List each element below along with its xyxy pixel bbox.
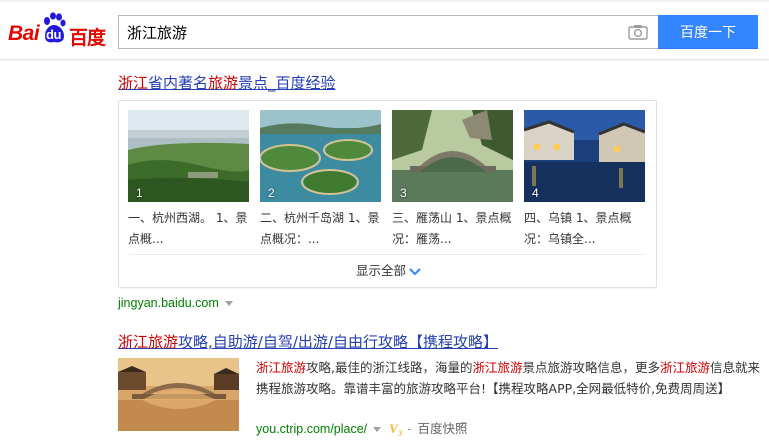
- result-1-url[interactable]: jingyan.baidu.com: [118, 296, 233, 310]
- abstract-highlight: 浙江旅游: [256, 360, 307, 375]
- logo-text-en: Bai: [8, 22, 40, 45]
- card-number: 3: [400, 186, 407, 200]
- card-caption[interactable]: 四、乌镇 1、景点概况：乌镇全...: [524, 208, 650, 250]
- snapshot-link[interactable]: 百度快照: [418, 422, 468, 436]
- abstract-highlight: 浙江旅游: [472, 360, 523, 375]
- card-thumbnail[interactable]: 3: [392, 110, 513, 202]
- abstract-text: 攻略,最佳的浙江线路，海量的: [306, 360, 473, 375]
- result-2-url: you.ctrip.com/place/V₃ - 百度快照: [256, 418, 468, 437]
- search-box: [118, 15, 658, 49]
- card-caption[interactable]: 三、雁荡山 1、景点概况：雁荡...: [392, 208, 518, 250]
- card-number: 2: [268, 186, 275, 200]
- title-highlight: 浙江旅游: [118, 333, 179, 351]
- top-bar: Bai du 百度 百度一下: [0, 0, 769, 60]
- abstract-text: 景点旅游攻略信息，更多: [522, 360, 661, 375]
- result-2-abstract: 浙江旅游攻略,最佳的浙江线路，海量的浙江旅游景点旅游攻略信息，更多浙江旅游信息就…: [256, 357, 764, 399]
- result-1-title-link[interactable]: 浙江省内著名旅游景点_百度经验: [118, 72, 336, 93]
- panel-divider: [129, 254, 646, 255]
- card-thumbnail[interactable]: 4: [524, 110, 645, 202]
- baidu-logo[interactable]: Bai du 百度: [6, 10, 110, 50]
- result-2-title-link[interactable]: 浙江旅游攻略,自助游/自驾/出游/自由行攻略【携程攻略】: [118, 331, 498, 352]
- url-text: jingyan.baidu.com: [118, 296, 219, 310]
- search-button[interactable]: 百度一下: [658, 15, 758, 49]
- camera-icon[interactable]: [628, 24, 648, 40]
- title-text: 攻略,自助游/自驾/出游/自由行攻略【携程攻略】: [178, 333, 498, 351]
- card-thumbnail[interactable]: 1: [128, 110, 249, 202]
- title-highlight: 浙江: [118, 74, 149, 92]
- separator: -: [407, 422, 412, 436]
- logo-text-du: du: [46, 27, 61, 42]
- title-highlight: 旅游: [208, 74, 239, 92]
- card-number: 4: [532, 186, 539, 200]
- title-text: 省内著名: [148, 74, 209, 92]
- dropdown-triangle-icon[interactable]: [224, 301, 233, 307]
- logo-text-cn: 百度: [69, 27, 106, 49]
- result-2-thumbnail[interactable]: [118, 358, 239, 431]
- search-input[interactable]: [119, 16, 619, 48]
- title-text: 景点_百度经验: [238, 74, 336, 92]
- url-text[interactable]: you.ctrip.com/place/: [256, 422, 367, 436]
- top-line: [0, 0, 769, 2]
- card-caption[interactable]: 二、杭州千岛湖 1、景点概况：...: [260, 208, 386, 250]
- trust-badge[interactable]: V₃: [389, 421, 402, 436]
- abstract-highlight: 浙江旅游: [660, 360, 711, 375]
- show-all-toggle[interactable]: 显示全部: [119, 260, 658, 279]
- image-card-panel: 1 一、杭州西湖。 1、景点概... 2 二、杭州千岛湖 1、景点概况：...: [118, 100, 657, 288]
- card-number: 1: [136, 186, 143, 200]
- card-caption[interactable]: 一、杭州西湖。 1、景点概...: [128, 208, 254, 250]
- dropdown-triangle-icon[interactable]: [373, 427, 382, 433]
- card-thumbnail[interactable]: 2: [260, 110, 381, 202]
- show-all-label: 显示全部: [355, 263, 406, 278]
- chevron-down-icon: [409, 267, 421, 275]
